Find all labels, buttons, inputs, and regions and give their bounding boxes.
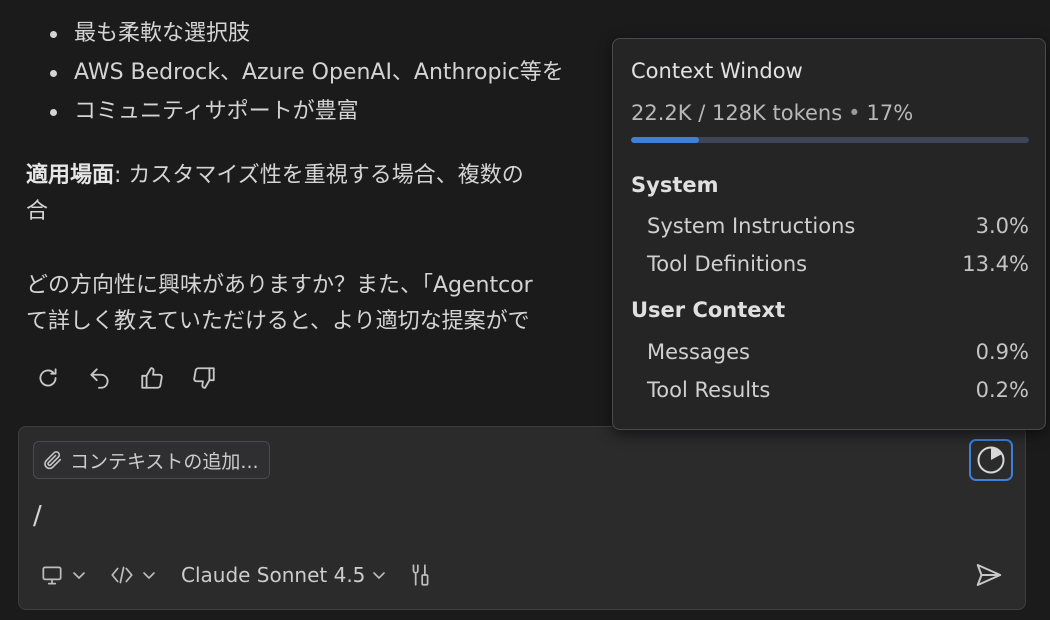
- paperclip-icon: [44, 451, 62, 470]
- section-system: System: [631, 173, 719, 197]
- usage-row: Tool Results 0.2%: [647, 378, 1029, 402]
- send-button[interactable]: [971, 557, 1007, 593]
- monitor-icon: [42, 566, 62, 585]
- retry-button[interactable]: [32, 362, 64, 394]
- token-percent: 17%: [866, 101, 914, 125]
- message-actions: [32, 362, 220, 394]
- model-picker[interactable]: Claude Sonnet 4.5: [181, 555, 387, 595]
- list-item: コミュニティサポートが豊富: [50, 92, 564, 131]
- undo-icon: [90, 368, 109, 389]
- model-label: Claude Sonnet 4.5: [181, 563, 366, 587]
- usage-row: Tool Definitions 13.4%: [647, 252, 1029, 276]
- mode-picker[interactable]: [109, 555, 157, 595]
- bullet-list: 最も柔軟な選択肢 AWS Bedrock、Azure OpenAI、Anthro…: [50, 14, 564, 131]
- add-context-label: コンテキストの追加...: [70, 450, 259, 473]
- list-item: 最も柔軟な選択肢: [50, 14, 564, 53]
- context-usage-pie-slice: [991, 447, 1002, 460]
- usage-progress-bar: [631, 137, 1029, 143]
- question-line-2: て詳しく教えていただけると、より適切な提案がで: [26, 309, 530, 334]
- usage-row-label: Messages: [647, 340, 750, 364]
- chat-input-panel: コンテキストの追加... / Claude Sonnet 4.5: [18, 426, 1026, 610]
- thumbs-down-icon: [193, 367, 215, 389]
- chat-input-field[interactable]: /: [33, 501, 42, 531]
- usage-row-label: Tool Definitions: [647, 252, 808, 276]
- target-picker[interactable]: [39, 555, 87, 595]
- thumbs-up-button[interactable]: [136, 362, 168, 394]
- use-case-label: 適用場面: [26, 163, 115, 188]
- retry-icon: [39, 368, 57, 387]
- chevron-down-icon: [373, 572, 386, 579]
- use-case-text-cont: 合: [26, 199, 49, 224]
- send-icon: [976, 564, 1002, 586]
- undo-button[interactable]: [84, 362, 116, 394]
- usage-row: System Instructions 3.0%: [647, 214, 1029, 238]
- chevron-down-icon: [143, 572, 155, 579]
- add-context-button[interactable]: コンテキストの追加...: [33, 441, 270, 479]
- paragraph-question: どの方向性に興味がありますか？また、「Agentcor て詳しく教えていただける…: [26, 268, 533, 340]
- list-item: AWS Bedrock、Azure OpenAI、Anthropic等を: [50, 53, 564, 92]
- usage-row-value: 3.0%: [975, 214, 1029, 238]
- tools-button[interactable]: [407, 555, 433, 595]
- tools-icon: [413, 564, 429, 586]
- usage-row-value: 13.4%: [962, 252, 1029, 276]
- usage-progress-fill: [631, 137, 699, 143]
- usage-row-value: 0.9%: [975, 340, 1029, 364]
- thumbs-down-button[interactable]: [188, 362, 220, 394]
- question-line-1: どの方向性に興味がありますか？また、「Agentcor: [26, 273, 533, 298]
- section-user-context: User Context: [631, 298, 786, 322]
- context-window-title: Context Window: [631, 59, 803, 83]
- chevron-down-icon: [73, 572, 85, 579]
- context-usage-button[interactable]: [969, 439, 1013, 481]
- context-window-popup: Context Window 22.2K / 128K tokens • 17% S…: [612, 38, 1046, 430]
- code-mode-icon: [111, 566, 133, 584]
- thumbs-up-icon: [141, 367, 163, 389]
- input-toolbar: Claude Sonnet 4.5: [39, 555, 433, 595]
- usage-row-label: System Instructions: [647, 214, 856, 238]
- usage-row-value: 0.2%: [975, 378, 1029, 402]
- usage-row: Messages 0.9%: [647, 340, 1029, 364]
- usage-row-label: Tool Results: [647, 378, 771, 402]
- token-count: 22.2K / 128K tokens: [631, 101, 843, 125]
- context-usage-pie-icon: [977, 446, 1005, 474]
- use-case-text: : カスタマイズ性を重視する場合、複数の: [114, 163, 524, 188]
- paragraph-use-case: 適用場面: カスタマイズ性を重視する場合、複数の 合: [26, 158, 524, 230]
- token-usage: 22.2K / 128K tokens • 17%: [631, 101, 914, 125]
